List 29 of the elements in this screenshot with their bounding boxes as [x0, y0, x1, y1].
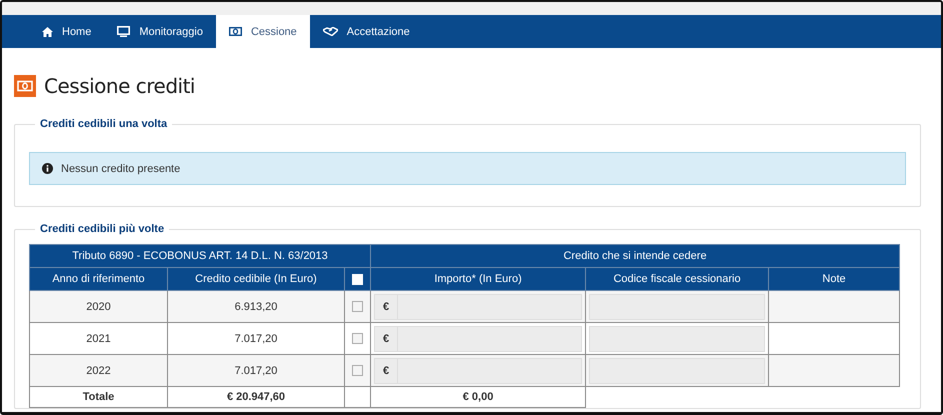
monitor-icon [117, 26, 130, 37]
section-legend: Crediti cedibili una volta [35, 118, 172, 130]
year-cell: 2020 [30, 290, 168, 322]
amount-cell: 7.017,20 [168, 354, 344, 386]
column-header: Note [768, 268, 900, 290]
banknote-icon [14, 74, 36, 96]
total-amount: € 0,00 [370, 386, 586, 408]
nav-tab[interactable]: Home [29, 15, 104, 48]
total-label: Totale [30, 386, 168, 408]
alert-message: Nessun credito presente [61, 162, 180, 174]
total-amount: € 20.947,60 [168, 386, 344, 408]
nav-tab[interactable]: Accettazione [310, 15, 423, 48]
column-header: Credito cedibile (In Euro) [168, 268, 344, 290]
home-icon [42, 26, 53, 36]
nav-tab[interactable]: Cessione [216, 15, 310, 48]
column-header: Codice fiscale cessionario [586, 268, 769, 290]
column-header: Importo* (In Euro) [370, 268, 586, 290]
column-header: Anno di riferimento [30, 268, 168, 290]
handshake-icon [322, 27, 338, 36]
nav-tab[interactable]: Monitoraggio [104, 15, 216, 48]
year-cell: 2022 [30, 354, 168, 386]
banknote-icon [228, 27, 242, 36]
group-header: Credito che si intende cedere [370, 244, 900, 268]
page-title: Cessione crediti [44, 74, 195, 98]
group-header: Tributo 6890 - ECOBONUS ART. 14 D.L. N. 63/2013 [30, 244, 371, 268]
amount-cell: 6.913,20 [168, 290, 344, 322]
select-all-checkbox[interactable] [352, 274, 364, 285]
info-icon [42, 163, 53, 174]
section-legend: Crediti cedibili più volte [35, 223, 170, 235]
